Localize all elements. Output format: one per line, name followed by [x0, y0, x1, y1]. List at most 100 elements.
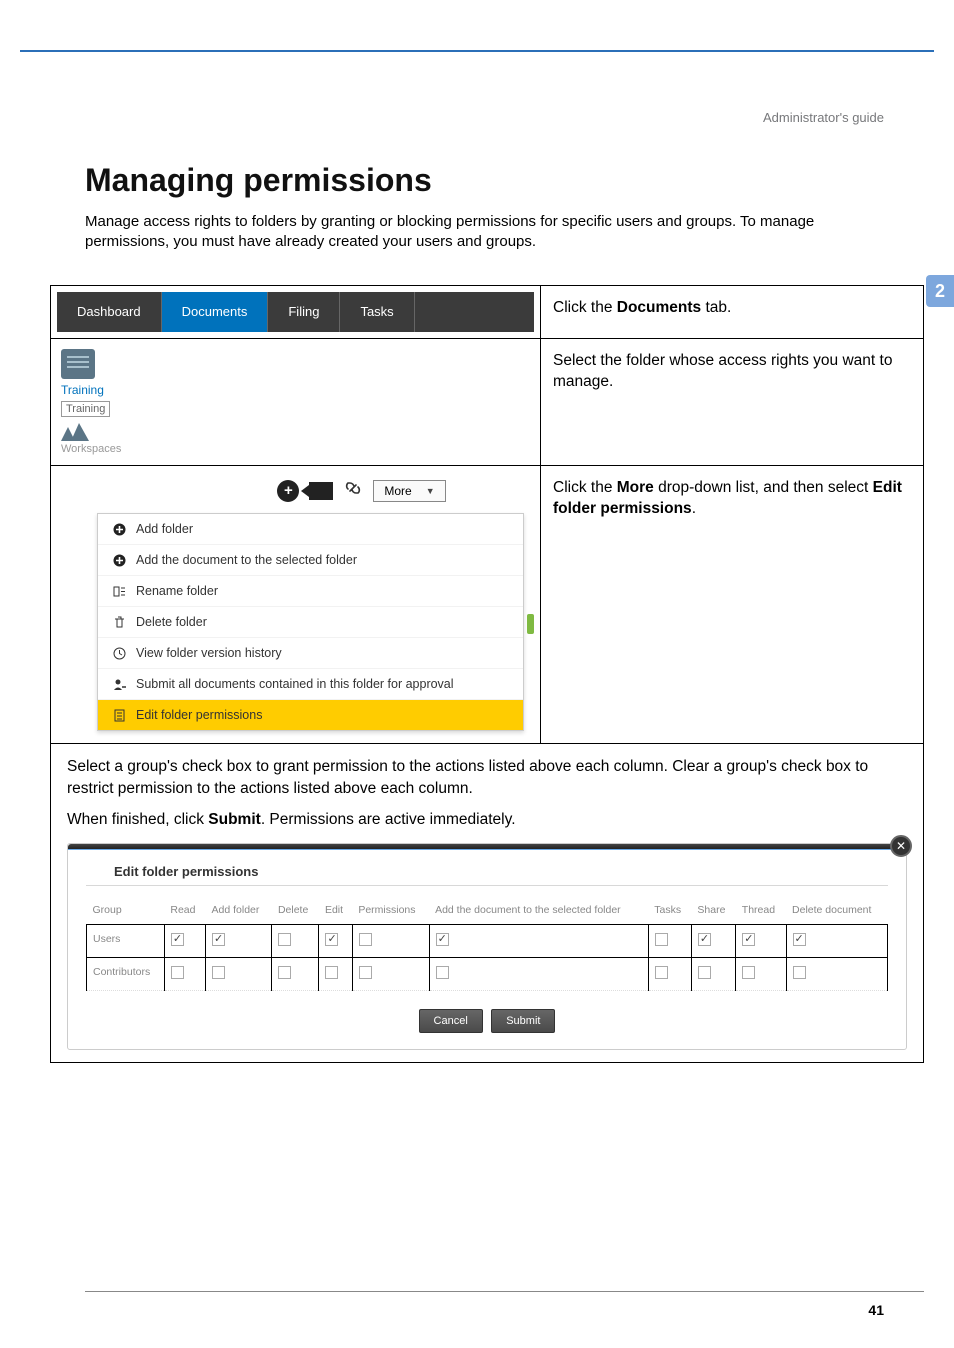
permission-checkbox[interactable] — [698, 966, 711, 979]
page-title: Managing permissions — [85, 162, 432, 199]
checkbox-cell — [429, 958, 648, 991]
permission-checkbox[interactable] — [325, 966, 338, 979]
menu-add-document[interactable]: Add the document to the selected folder — [98, 545, 523, 576]
col-permissions: Permissions — [352, 896, 429, 925]
panel-header-bar — [68, 844, 906, 850]
footer-rule — [85, 1291, 924, 1292]
tab-tasks[interactable]: Tasks — [340, 292, 414, 332]
col-delete-doc: Delete document — [786, 896, 887, 925]
drawer-icon[interactable] — [61, 349, 95, 379]
menu-label: Submit all documents contained in this f… — [136, 677, 454, 691]
menu-add-folder[interactable]: Add folder — [98, 514, 523, 545]
menu-edit-permissions[interactable]: Edit folder permissions — [98, 700, 523, 730]
menu-label: Delete folder — [136, 615, 207, 629]
checkbox-cell — [164, 958, 205, 991]
checkbox-cell — [691, 958, 735, 991]
close-button[interactable]: ✕ — [890, 835, 912, 857]
submit-button[interactable]: Submit — [491, 1009, 555, 1033]
permission-checkbox[interactable] — [212, 966, 225, 979]
col-thread: Thread — [736, 896, 786, 925]
row1-instruction-post: tab. — [701, 299, 731, 316]
permission-checkbox[interactable] — [742, 933, 755, 946]
col-group: Group — [87, 896, 165, 925]
training-selected[interactable]: Training — [61, 401, 110, 417]
row4-p2-bold: Submit — [208, 811, 261, 828]
menu-label: Add the document to the selected folder — [136, 553, 357, 567]
permission-checkbox[interactable] — [359, 966, 372, 979]
menu-submit-approval[interactable]: Submit all documents contained in this f… — [98, 669, 523, 700]
row3-post: . — [692, 500, 696, 517]
more-dropdown-menu: Add folder Add the document to the selec… — [97, 513, 524, 731]
link-icon[interactable] — [343, 478, 363, 503]
tab-documents[interactable]: Documents — [162, 292, 269, 332]
trash-icon — [112, 616, 126, 629]
col-read: Read — [164, 896, 205, 925]
checkbox-cell — [319, 925, 352, 958]
row1-instruction-pre: Click the — [553, 299, 617, 316]
history-icon — [112, 647, 126, 660]
permissions-table: Group Read Add folder Delete Edit Permis… — [86, 896, 888, 991]
col-add-doc: Add the document to the selected folder — [429, 896, 648, 925]
row1-instruction-bold: Documents — [617, 299, 701, 316]
permission-checkbox[interactable] — [793, 933, 806, 946]
row2-instruction: Select the folder whose access rights yo… — [541, 339, 924, 466]
menu-version-history[interactable]: View folder version history — [98, 638, 523, 669]
tabs-bar: Dashboard Documents Filing Tasks — [57, 292, 534, 332]
checkbox-cell — [206, 958, 272, 991]
table-row: Contributors — [87, 958, 888, 991]
checkbox-cell — [352, 925, 429, 958]
workspaces-label: Workspaces — [61, 443, 530, 455]
training-link[interactable]: Training — [61, 383, 530, 397]
user-submit-icon — [112, 678, 126, 691]
cancel-button[interactable]: Cancel — [419, 1009, 483, 1033]
more-button[interactable]: More ▼ — [373, 480, 445, 502]
permission-checkbox[interactable] — [436, 933, 449, 946]
row4-p2-post: . Permissions are active immediately. — [261, 811, 516, 828]
checkbox-cell — [206, 925, 272, 958]
panel-title: Edit folder permissions — [86, 852, 888, 886]
checkbox-cell — [272, 958, 319, 991]
add-circle-icon[interactable]: + — [277, 480, 299, 502]
group-name-cell: Users — [87, 925, 165, 958]
workspaces-icon[interactable] — [61, 423, 89, 441]
import-icon[interactable] — [309, 482, 333, 500]
col-tasks: Tasks — [648, 896, 691, 925]
permission-checkbox[interactable] — [278, 966, 291, 979]
permission-checkbox[interactable] — [171, 933, 184, 946]
permission-checkbox[interactable] — [325, 933, 338, 946]
menu-label: Rename folder — [136, 584, 218, 598]
checkbox-cell — [272, 925, 319, 958]
permission-checkbox[interactable] — [655, 966, 668, 979]
chevron-down-icon: ▼ — [426, 486, 435, 496]
menu-delete-folder[interactable]: Delete folder — [98, 607, 523, 638]
permission-checkbox[interactable] — [171, 966, 184, 979]
menu-label: View folder version history — [136, 646, 282, 660]
tab-dashboard[interactable]: Dashboard — [57, 292, 162, 332]
folder-tree: Training Training Workspaces — [51, 339, 540, 465]
row3-b1: More — [617, 479, 654, 496]
permission-checkbox[interactable] — [436, 966, 449, 979]
plus-circle-icon — [112, 554, 126, 567]
permission-checkbox[interactable] — [278, 933, 291, 946]
permission-checkbox[interactable] — [742, 966, 755, 979]
permission-checkbox[interactable] — [212, 933, 225, 946]
permissions-icon — [112, 709, 126, 722]
permission-checkbox[interactable] — [655, 933, 668, 946]
checkbox-cell — [691, 925, 735, 958]
plus-circle-icon — [112, 523, 126, 536]
permission-checkbox[interactable] — [359, 933, 372, 946]
panel-button-row: Cancel Submit — [68, 1005, 906, 1049]
permission-checkbox[interactable] — [698, 933, 711, 946]
more-button-label: More — [384, 484, 411, 498]
page-number: 41 — [868, 1302, 884, 1318]
permission-checkbox[interactable] — [793, 966, 806, 979]
admin-guide-label: Administrator's guide — [763, 110, 884, 125]
tab-filing[interactable]: Filing — [268, 292, 340, 332]
checkbox-cell — [429, 925, 648, 958]
table-row: Users — [87, 925, 888, 958]
scroll-handle[interactable] — [527, 614, 534, 634]
col-share: Share — [691, 896, 735, 925]
row4-p2-pre: When finished, click — [67, 811, 208, 828]
col-edit: Edit — [319, 896, 352, 925]
menu-rename-folder[interactable]: Rename folder — [98, 576, 523, 607]
